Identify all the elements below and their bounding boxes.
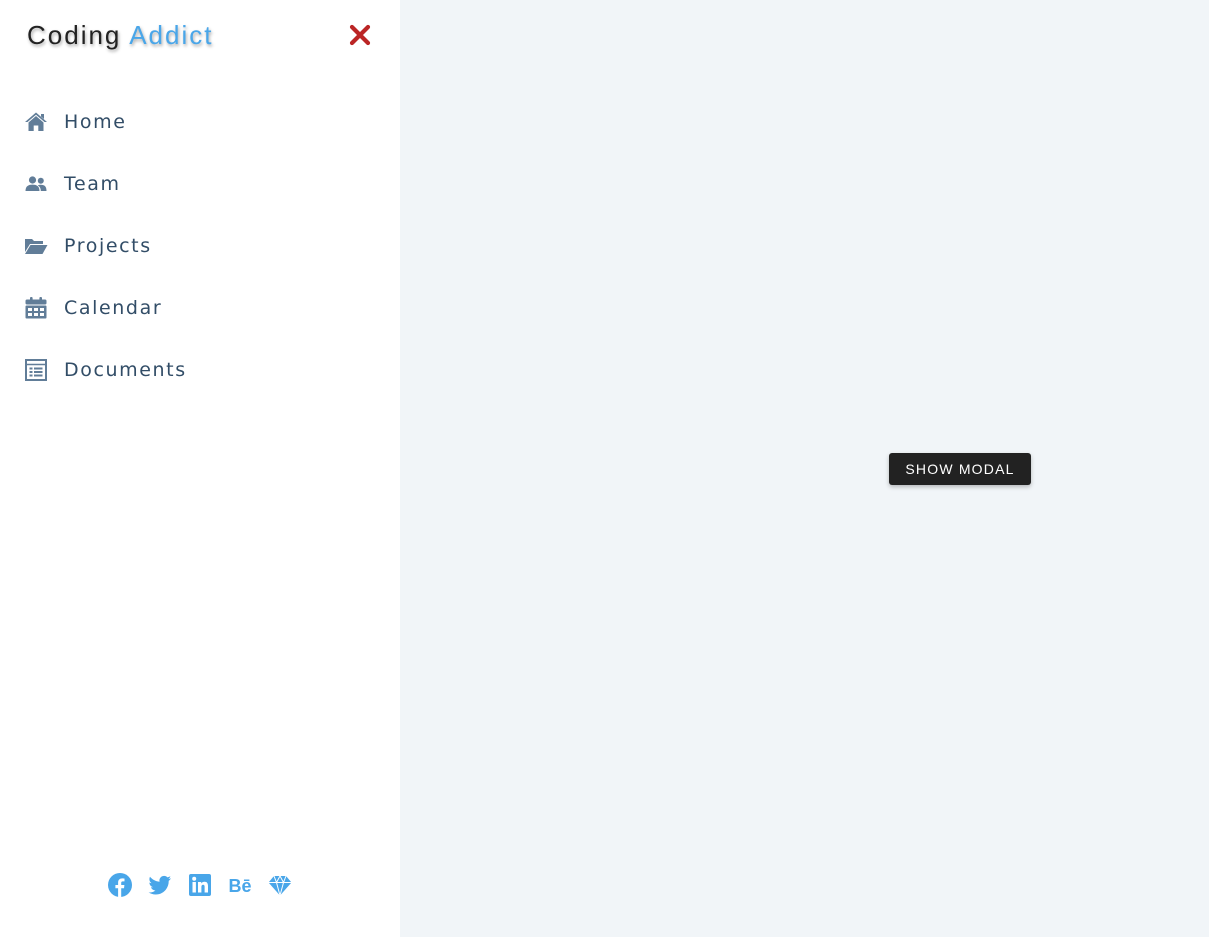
- behance-icon-text: Bē: [228, 876, 251, 896]
- linkedin-icon: [189, 874, 211, 896]
- behance-link[interactable]: Bē: [227, 872, 253, 898]
- sidebar-item-label: Team: [64, 173, 121, 195]
- behance-icon: Bē: [228, 876, 251, 896]
- sidebar-nav: Home Team Projects Calendar Documents: [0, 91, 400, 401]
- sidebar-item-documents[interactable]: Documents: [0, 339, 400, 401]
- sidebar-item-projects[interactable]: Projects: [0, 215, 400, 277]
- twitter-icon: [148, 875, 171, 895]
- sketch-icon: [268, 875, 292, 896]
- sidebar-item-home[interactable]: Home: [0, 91, 400, 153]
- home-icon: [25, 112, 47, 131]
- close-icon: [349, 24, 371, 46]
- sidebar: Coding Addict Home Team Projects Calenda…: [0, 0, 400, 937]
- facebook-link[interactable]: [107, 872, 133, 898]
- sketch-link[interactable]: [267, 872, 293, 898]
- close-sidebar-button[interactable]: [346, 21, 374, 49]
- logo-text-primary: Coding: [27, 20, 122, 50]
- main-content: Show Modal: [400, 0, 1209, 937]
- calendar-icon: [25, 297, 47, 319]
- logo: Coding Addict: [27, 18, 213, 52]
- sidebar-item-label: Documents: [64, 359, 187, 381]
- sidebar-item-label: Projects: [64, 235, 152, 257]
- sidebar-item-label: Calendar: [64, 297, 163, 319]
- sidebar-header: Coding Addict: [0, 0, 400, 72]
- linkedin-link[interactable]: [187, 872, 213, 898]
- users-icon: [25, 176, 47, 191]
- facebook-icon: [108, 873, 132, 897]
- folder-open-icon: [25, 239, 48, 254]
- social-links: Bē: [0, 872, 400, 898]
- sidebar-item-team[interactable]: Team: [0, 153, 400, 215]
- logo-text-accent: Addict: [129, 20, 214, 50]
- twitter-link[interactable]: [147, 872, 173, 898]
- show-modal-button[interactable]: Show Modal: [889, 453, 1031, 485]
- document-icon: [25, 359, 47, 381]
- sidebar-item-calendar[interactable]: Calendar: [0, 277, 400, 339]
- sidebar-item-label: Home: [64, 111, 127, 133]
